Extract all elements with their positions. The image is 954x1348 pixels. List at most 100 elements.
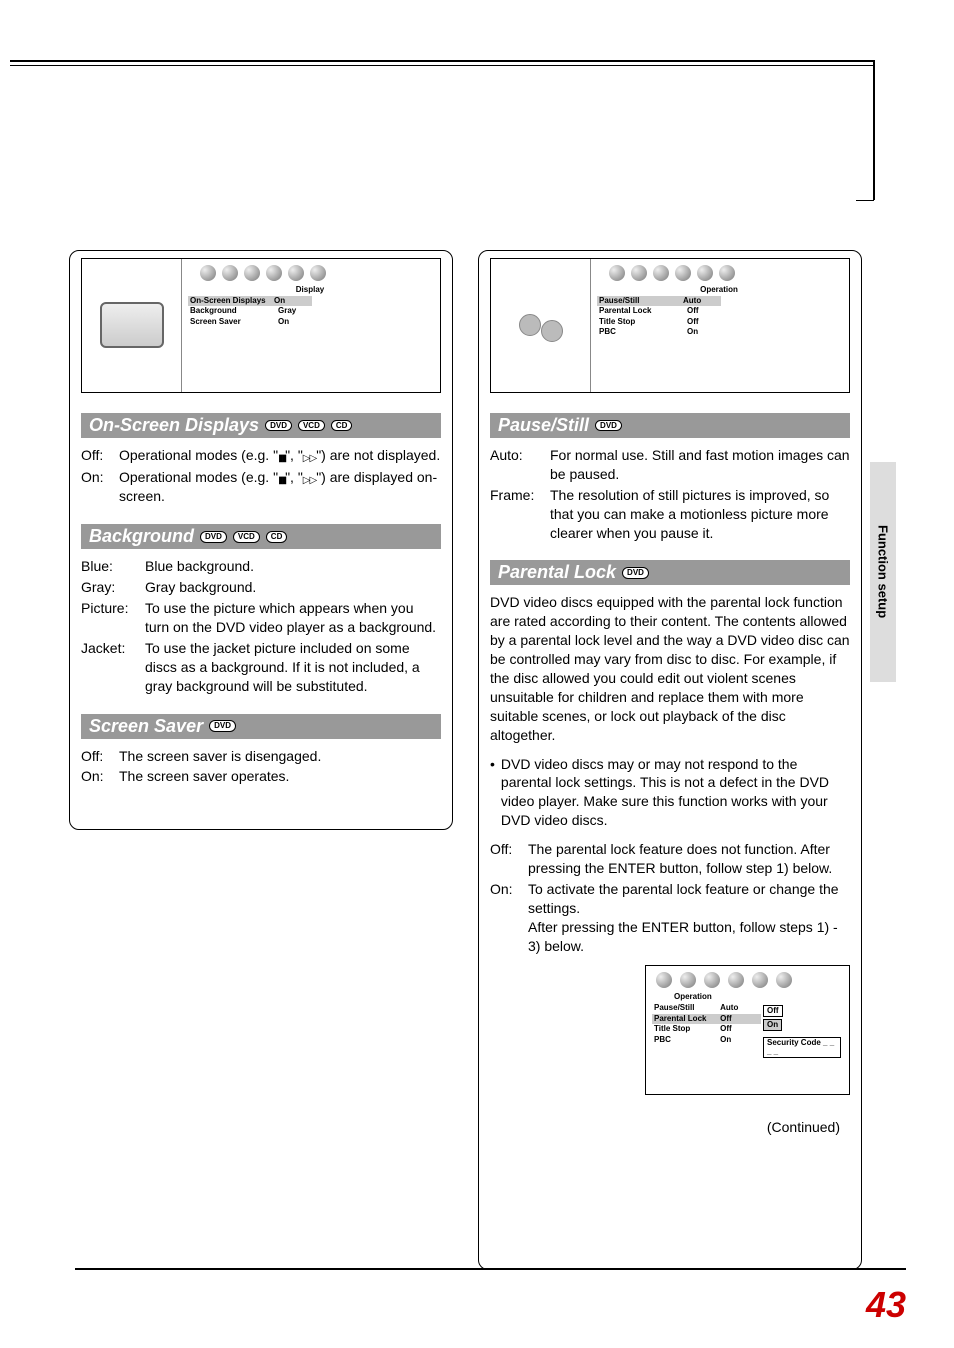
- label: Blue:: [81, 557, 145, 576]
- bullet-icon: •: [490, 755, 495, 831]
- left-column: Display On-Screen DisplaysOn BackgroundG…: [69, 250, 453, 816]
- menu-item: On-Screen Displays: [188, 296, 276, 306]
- text: Operational modes (e.g. "", "") are disp…: [119, 468, 441, 507]
- label: Picture:: [81, 599, 145, 637]
- menu-icon-row: [599, 265, 839, 281]
- parental-submenu: Operation Pause/StillAuto Parental LockO…: [645, 965, 850, 1095]
- cd-badge: CD: [331, 420, 353, 432]
- label: Jacket:: [81, 639, 145, 696]
- menu-icon: [675, 265, 691, 281]
- on-screen-displays-header: On-Screen Displays DVD VCD CD: [81, 413, 441, 438]
- label: Off:: [490, 840, 528, 878]
- section-title: On-Screen Displays: [89, 415, 259, 436]
- menu-icon-row: [190, 265, 430, 281]
- section-title: Screen Saver: [89, 716, 203, 737]
- menu-value: On: [272, 296, 312, 306]
- section-title: Pause/Still: [498, 415, 589, 436]
- label: Frame:: [490, 486, 550, 543]
- menu-icon: [653, 265, 669, 281]
- text: The parental lock feature does not funct…: [528, 840, 850, 878]
- menu-icon: [288, 265, 304, 281]
- text: Blue background.: [145, 557, 254, 576]
- parental-lock-header: Parental Lock DVD: [490, 560, 850, 585]
- background-header: Background DVD VCD CD: [81, 524, 441, 549]
- menu-item: Pause/Still: [654, 1003, 720, 1013]
- dvd-badge: DVD: [209, 720, 236, 732]
- menu-item: Title Stop: [599, 317, 687, 327]
- dvd-badge: DVD: [622, 567, 649, 579]
- menu-item: PBC: [599, 327, 687, 337]
- operation-settings-box: Operation Pause/StillAuto Parental LockO…: [490, 258, 850, 393]
- menu-icon: [728, 972, 744, 988]
- label: Off:: [81, 446, 119, 466]
- menu-icon: [752, 972, 768, 988]
- hands-icon: [491, 259, 591, 392]
- menu-icon: [776, 972, 792, 988]
- menu-value: Off: [720, 1024, 759, 1034]
- option-on: On: [763, 1019, 782, 1031]
- dvd-badge: DVD: [595, 420, 622, 432]
- menu-value: Auto: [681, 296, 721, 306]
- menu-item: Parental Lock: [599, 306, 687, 316]
- menu-icon: [719, 265, 735, 281]
- menu-icon: [310, 265, 326, 281]
- menu-icon: [631, 265, 647, 281]
- label: Gray:: [81, 578, 145, 597]
- label: On:: [490, 880, 528, 956]
- menu-value: Off: [687, 317, 727, 327]
- text: To use the picture which appears when yo…: [145, 599, 441, 637]
- vcd-badge: VCD: [233, 531, 260, 543]
- label: Auto:: [490, 446, 550, 484]
- text: Operational modes (e.g. "", "") are not …: [119, 446, 440, 466]
- side-tab: Function setup: [870, 462, 896, 682]
- display-settings-box: Display On-Screen DisplaysOn BackgroundG…: [81, 258, 441, 393]
- label: On:: [81, 767, 119, 786]
- menu-value: On: [278, 317, 318, 327]
- dvd-badge: DVD: [200, 531, 227, 543]
- menu-icon: [704, 972, 720, 988]
- parental-note: • DVD video discs may or may not respond…: [490, 755, 850, 831]
- text: The screen saver operates.: [119, 767, 289, 786]
- menu-value: On: [720, 1035, 759, 1045]
- vcd-badge: VCD: [298, 420, 325, 432]
- text: Gray background.: [145, 578, 256, 597]
- fast-forward-icon: [303, 447, 316, 466]
- label: On:: [81, 468, 119, 507]
- text: For normal use. Still and fast motion im…: [550, 446, 850, 484]
- menu-icon: [266, 265, 282, 281]
- right-column: Operation Pause/StillAuto Parental LockO…: [478, 250, 862, 1147]
- menu-item: Screen Saver: [190, 317, 278, 327]
- text: To use the jacket picture included on so…: [145, 639, 441, 696]
- section-title: Background: [89, 526, 194, 547]
- menu-item: Parental Lock: [654, 1014, 720, 1024]
- menu-item: Background: [190, 306, 278, 316]
- submenu-title: Operation: [654, 992, 759, 1001]
- page-border: [10, 60, 874, 66]
- text: DVD video discs may or may not respond t…: [501, 755, 850, 831]
- menu-title: Operation: [599, 285, 839, 294]
- menu-value: Auto: [720, 1003, 759, 1013]
- text: The resolution of still pictures is impr…: [550, 486, 850, 543]
- menu-item: PBC: [654, 1035, 720, 1045]
- footer-line: [75, 1268, 906, 1270]
- menu-icon: [222, 265, 238, 281]
- text: The screen saver is disengaged.: [119, 747, 321, 766]
- menu-icon: [244, 265, 260, 281]
- pause-still-header: Pause/Still DVD: [490, 413, 850, 438]
- menu-icon: [200, 265, 216, 281]
- menu-icon: [656, 972, 672, 988]
- menu-title: Display: [190, 285, 430, 294]
- menu-value: Gray: [278, 306, 318, 316]
- dvd-badge: DVD: [265, 420, 292, 432]
- page-number: 43: [866, 1284, 906, 1326]
- screen-saver-header: Screen Saver DVD: [81, 714, 441, 739]
- menu-icon: [697, 265, 713, 281]
- menu-item: Pause/Still: [597, 296, 685, 306]
- cd-badge: CD: [266, 531, 288, 543]
- security-code: Security Code _ _ _ _: [763, 1037, 841, 1058]
- menu-icon: [680, 972, 696, 988]
- option-off: Off: [763, 1005, 783, 1017]
- tv-icon: [82, 259, 182, 392]
- menu-icon: [609, 265, 625, 281]
- section-title: Parental Lock: [498, 562, 616, 583]
